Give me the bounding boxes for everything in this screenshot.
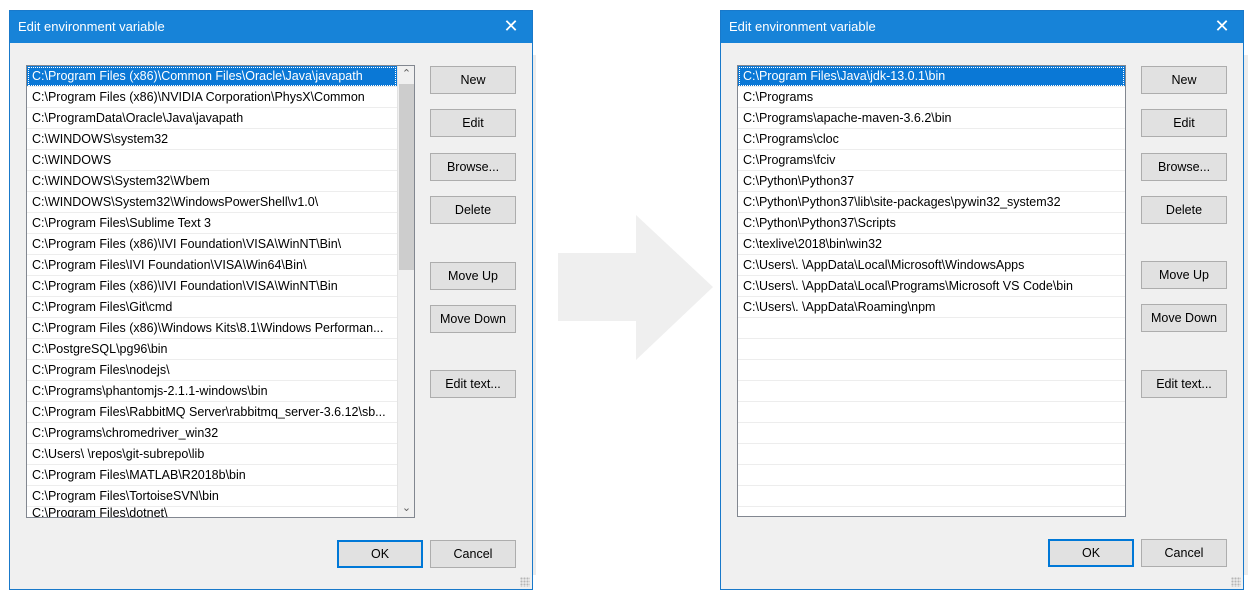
move-up-button[interactable]: Move Up [430, 262, 516, 290]
empty-list-row[interactable] [738, 465, 1125, 486]
list-item[interactable]: C:\ProgramData\Oracle\Java\javapath [27, 108, 397, 129]
list-item[interactable]: C:\Program Files\Java\jdk-13.0.1\bin [738, 66, 1125, 87]
empty-list-row[interactable] [738, 339, 1125, 360]
close-icon[interactable]: ✕ [490, 11, 532, 43]
list-item[interactable]: C:\Python\Python37\lib\site-packages\pyw… [738, 192, 1125, 213]
scrollbar-thumb[interactable] [399, 84, 414, 270]
list-item[interactable]: C:\Program Files\MATLAB\R2018b\bin [27, 465, 397, 486]
arrow-shape [558, 215, 713, 360]
list-item[interactable]: C:\Program Files\RabbitMQ Server\rabbitm… [27, 402, 397, 423]
list-item[interactable]: C:\Users\. \AppData\Roaming\npm [738, 297, 1125, 318]
list-item[interactable]: C:\texlive\2018\bin\win32 [738, 234, 1125, 255]
ok-button[interactable]: OK [337, 540, 423, 568]
move-up-button[interactable]: Move Up [1141, 261, 1227, 289]
list-item[interactable]: C:\Programs [738, 87, 1125, 108]
delete-button[interactable]: Delete [430, 196, 516, 224]
list-item[interactable]: C:\Programs\apache-maven-3.6.2\bin [738, 108, 1125, 129]
resize-grip-icon[interactable] [1231, 577, 1241, 587]
left-edit-env-dialog: Edit environment variable ✕ C:\Program F… [9, 10, 533, 590]
list-item[interactable]: C:\WINDOWS [27, 150, 397, 171]
new-button[interactable]: New [1141, 66, 1227, 94]
list-item[interactable]: C:\Program Files\Git\cmd [27, 297, 397, 318]
list-item[interactable]: C:\Program Files (x86)\Windows Kits\8.1\… [27, 318, 397, 339]
move-down-button[interactable]: Move Down [430, 305, 516, 333]
list-item[interactable]: C:\Program Files (x86)\NVIDIA Corporatio… [27, 87, 397, 108]
empty-list-row[interactable] [738, 486, 1125, 507]
cancel-button[interactable]: Cancel [430, 540, 516, 568]
new-button[interactable]: New [430, 66, 516, 94]
list-item[interactable]: C:\Python\Python37 [738, 171, 1125, 192]
list-item[interactable]: C:\Program Files\IVI Foundation\VISA\Win… [27, 255, 397, 276]
list-item[interactable]: C:\Program Files (x86)\Common Files\Orac… [27, 66, 397, 87]
resize-grip-icon[interactable] [520, 577, 530, 587]
empty-list-row[interactable] [738, 402, 1125, 423]
right-arrow-icon [558, 215, 713, 360]
empty-list-row[interactable] [738, 381, 1125, 402]
list-item[interactable]: C:\Programs\cloc [738, 129, 1125, 150]
empty-list-row[interactable] [738, 360, 1125, 381]
empty-list-row[interactable] [738, 423, 1125, 444]
empty-list-row[interactable] [738, 318, 1125, 339]
edit-text-button[interactable]: Edit text... [430, 370, 516, 398]
list-item[interactable]: C:\Program Files (x86)\IVI Foundation\VI… [27, 276, 397, 297]
edit-text-button[interactable]: Edit text... [1141, 370, 1227, 398]
path-list-rows: C:\Program Files\Java\jdk-13.0.1\bin C:\… [738, 66, 1125, 507]
list-item[interactable]: C:\Programs\chromedriver_win32 [27, 423, 397, 444]
browse-button[interactable]: Browse... [430, 153, 516, 181]
scroll-down-icon[interactable]: ⌄ [398, 500, 414, 517]
scroll-up-icon[interactable]: ⌃ [398, 66, 414, 83]
list-item[interactable]: C:\Program Files\Sublime Text 3 [27, 213, 397, 234]
list-item[interactable]: C:\Program Files\dotnet\ [27, 507, 397, 517]
browse-button[interactable]: Browse... [1141, 153, 1227, 181]
list-item[interactable]: C:\WINDOWS\System32\WindowsPowerShell\v1… [27, 192, 397, 213]
path-list[interactable]: C:\Program Files\Java\jdk-13.0.1\bin C:\… [737, 65, 1126, 517]
edit-button[interactable]: Edit [430, 109, 516, 137]
background-window-edge [533, 55, 536, 575]
list-item[interactable]: C:\Users\. \AppData\Local\Programs\Micro… [738, 276, 1125, 297]
cancel-button[interactable]: Cancel [1141, 539, 1227, 567]
ok-button[interactable]: OK [1048, 539, 1134, 567]
list-item[interactable]: C:\Users\. \AppData\Local\Microsoft\Wind… [738, 255, 1125, 276]
list-item[interactable]: C:\Program Files\TortoiseSVN\bin [27, 486, 397, 507]
list-item[interactable]: C:\WINDOWS\system32 [27, 129, 397, 150]
title-bar: Edit environment variable ✕ [721, 11, 1243, 43]
dialog-title: Edit environment variable [729, 19, 876, 34]
list-item[interactable]: C:\Programs\phantomjs-2.1.1-windows\bin [27, 381, 397, 402]
title-bar: Edit environment variable ✕ [10, 11, 532, 43]
move-down-button[interactable]: Move Down [1141, 304, 1227, 332]
list-item[interactable]: C:\Programs\fciv [738, 150, 1125, 171]
dialog-title: Edit environment variable [18, 19, 165, 34]
path-list-rows: C:\Program Files (x86)\Common Files\Orac… [27, 66, 397, 517]
list-item[interactable]: C:\Python\Python37\Scripts [738, 213, 1125, 234]
list-item[interactable]: C:\Program Files\nodejs\ [27, 360, 397, 381]
vertical-scrollbar[interactable]: ⌃ ⌄ [397, 66, 414, 517]
delete-button[interactable]: Delete [1141, 196, 1227, 224]
close-icon[interactable]: ✕ [1201, 11, 1243, 43]
list-item[interactable]: C:\PostgreSQL\pg96\bin [27, 339, 397, 360]
path-list[interactable]: C:\Program Files (x86)\Common Files\Orac… [26, 65, 415, 518]
empty-list-row[interactable] [738, 444, 1125, 465]
list-item[interactable]: C:\Program Files (x86)\IVI Foundation\VI… [27, 234, 397, 255]
edit-button[interactable]: Edit [1141, 109, 1227, 137]
list-item[interactable]: C:\Users\ \repos\git-subrepo\lib [27, 444, 397, 465]
right-edit-env-dialog: Edit environment variable ✕ C:\Program F… [720, 10, 1244, 590]
background-window-edge [1244, 55, 1248, 575]
list-item[interactable]: C:\WINDOWS\System32\Wbem [27, 171, 397, 192]
